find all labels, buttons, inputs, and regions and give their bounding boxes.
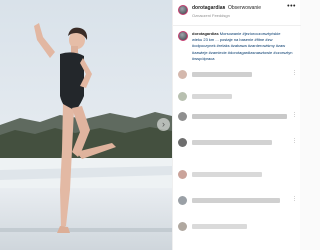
- avatar: [178, 222, 187, 231]
- avatar: [178, 112, 187, 121]
- instagram-post-view: › dorotagardias • Obserwowanie Oznaczeni…: [0, 0, 301, 250]
- photo-scene: [0, 0, 172, 250]
- avatar: [178, 70, 187, 79]
- more-dots-icon[interactable]: •••: [287, 3, 296, 10]
- caption-line[interactable]: #zawieje #zamiecie #dorotagardiasnasztow…: [192, 50, 300, 56]
- following-button[interactable]: Obserwowanie: [228, 5, 261, 11]
- header-subtitle[interactable]: Oznaczeni Feeddsgn: [192, 13, 230, 18]
- caption-text: dorotagardias Morsowanie #jezioroczorszt…: [192, 31, 300, 62]
- more-dots-icon[interactable]: ⋮: [292, 70, 297, 76]
- post-header: dorotagardias • Obserwowanie Oznaczeni F…: [173, 0, 301, 26]
- post-side-panel: dorotagardias • Obserwowanie Oznaczeni F…: [172, 0, 301, 250]
- pool-deck: [0, 188, 172, 250]
- caption-line[interactable]: #wspólpraca: [192, 56, 300, 62]
- caption-line[interactable]: #odpoczynek #relaks #zabawa #zarderowiśm…: [192, 43, 300, 49]
- more-dots-icon[interactable]: ⋮: [292, 112, 297, 118]
- header-username[interactable]: dorotagardias: [192, 5, 225, 11]
- avatar[interactable]: [178, 5, 188, 15]
- header-separator: •: [223, 5, 225, 11]
- more-dots-icon[interactable]: ⋮: [292, 196, 297, 202]
- post-photo[interactable]: ›: [0, 0, 172, 250]
- avatar[interactable]: [178, 31, 188, 41]
- avatar: [178, 138, 187, 147]
- avatar: [178, 196, 187, 205]
- chevron-right-icon[interactable]: ›: [157, 118, 170, 131]
- more-dots-icon[interactable]: ⋮: [292, 138, 297, 144]
- caption-username[interactable]: dorotagardias: [192, 31, 219, 36]
- avatar: [178, 170, 187, 179]
- avatar: [178, 92, 187, 101]
